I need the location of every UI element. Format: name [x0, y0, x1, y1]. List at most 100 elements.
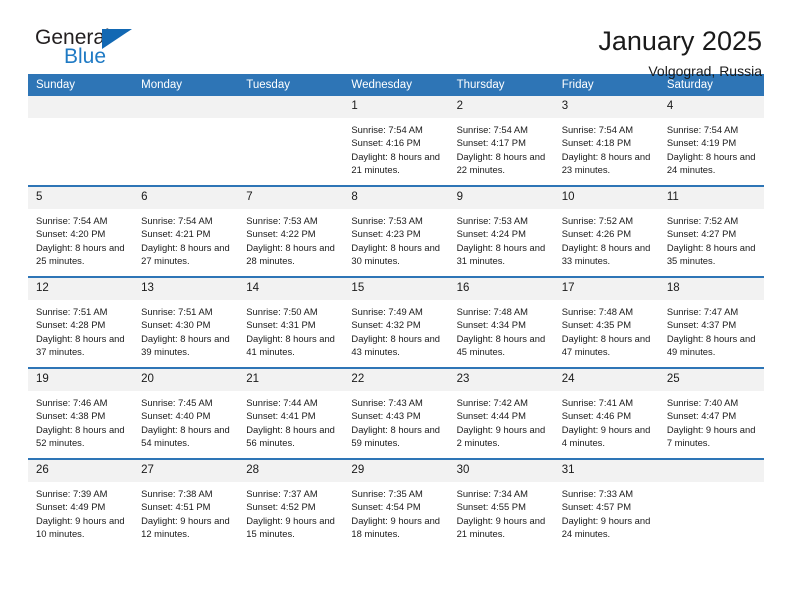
sunset-text: Sunset: 4:31 PM: [246, 319, 316, 331]
daylight-text: Daylight: 9 hours and 10 minutes.: [36, 514, 125, 539]
day-details: Sunrise: 7:53 AM Sunset: 4:23 PM Daylight:…: [343, 209, 448, 267]
day-number: [238, 96, 344, 118]
calendar-day-cell[interactable]: 1 Sunrise: 7:54 AM Sunset: 4:16 PM Daylight…: [343, 96, 449, 187]
calendar-day-cell[interactable]: 24 Sunrise: 7:41 AM Sunset: 4:46 PM Dayligh…: [553, 368, 659, 460]
sunrise-text: Sunrise: 7:54 AM: [141, 215, 213, 226]
day-number: 28: [238, 460, 344, 482]
daylight-text: Daylight: 8 hours and 30 minutes.: [351, 241, 441, 266]
day-number: 14: [238, 278, 344, 300]
sunset-text: Sunset: 4:34 PM: [456, 319, 526, 331]
day-number: 20: [133, 369, 239, 391]
daylight-text: Daylight: 8 hours and 27 minutes.: [141, 241, 230, 266]
calendar-day-cell[interactable]: 27 Sunrise: 7:38 AM Sunset: 4:51 PM Dayligh…: [133, 459, 239, 549]
logo-text-blue: Blue: [64, 45, 107, 68]
day-number: [658, 460, 764, 482]
calendar-day-cell[interactable]: 17 Sunrise: 7:48 AM Sunset: 4:35 PM Dayligh…: [553, 277, 659, 369]
calendar-day-cell[interactable]: 2 Sunrise: 7:54 AM Sunset: 4:17 PM Daylight…: [448, 96, 554, 187]
calendar-day-cell[interactable]: 14 Sunrise: 7:50 AM Sunset: 4:31 PM Dayligh…: [238, 277, 344, 369]
sunset-text: Sunset: 4:54 PM: [351, 501, 421, 513]
daylight-text: Daylight: 8 hours and 41 minutes.: [246, 332, 335, 357]
day-details: Sunrise: 7:50 AM Sunset: 4:31 PM Daylight:…: [238, 300, 343, 358]
day-number: [133, 96, 239, 118]
sunrise-text: Sunrise: 7:53 AM: [246, 215, 318, 226]
sunset-text: Sunset: 4:41 PM: [246, 410, 316, 422]
day-number: 29: [343, 460, 449, 482]
sunrise-text: Sunrise: 7:52 AM: [561, 215, 634, 226]
calendar-day-cell[interactable]: 18 Sunrise: 7:47 AM Sunset: 4:37 PM Dayligh…: [658, 277, 764, 369]
calendar-day-cell[interactable]: 25 Sunrise: 7:40 AM Sunset: 4:47 PM Dayligh…: [658, 368, 764, 460]
page-title: January 2025: [598, 26, 762, 56]
sunrise-text: Sunrise: 7:50 AM: [246, 306, 318, 317]
sunrise-text: Sunrise: 7:43 AM: [351, 397, 423, 408]
calendar-day-cell[interactable]: 31 Sunrise: 7:33 AM Sunset: 4:57 PM Dayligh…: [553, 459, 659, 549]
calendar-day-cell[interactable]: 28 Sunrise: 7:37 AM Sunset: 4:52 PM Dayligh…: [238, 459, 344, 549]
sunrise-text: Sunrise: 7:54 AM: [666, 124, 739, 135]
calendar-day-cell[interactable]: 13 Sunrise: 7:51 AM Sunset: 4:30 PM Dayligh…: [133, 277, 239, 369]
day-details: Sunrise: 7:54 AM Sunset: 4:18 PM Daylight:…: [554, 118, 659, 176]
weekday-header-sunday: Sunday: [28, 74, 134, 96]
day-number: 4: [658, 96, 764, 118]
general-blue-logo[interactable]: General Blue: [28, 26, 208, 74]
sunrise-text: Sunrise: 7:44 AM: [246, 397, 318, 408]
calendar-day-cell[interactable]: 29 Sunrise: 7:35 AM Sunset: 4:54 PM Dayligh…: [343, 459, 449, 549]
page-header: General Blue January 2025 Volgograd, Rus…: [28, 0, 764, 79]
calendar-day-cell[interactable]: 19 Sunrise: 7:46 AM Sunset: 4:38 PM Dayligh…: [28, 368, 134, 460]
daylight-text: Daylight: 8 hours and 43 minutes.: [351, 332, 441, 357]
sunset-text: Sunset: 4:51 PM: [141, 501, 211, 513]
calendar-day-cell[interactable]: 12 Sunrise: 7:51 AM Sunset: 4:28 PM Dayligh…: [28, 277, 134, 369]
day-details: Sunrise: 7:53 AM Sunset: 4:22 PM Daylight:…: [238, 209, 343, 267]
calendar-day-cell[interactable]: 21 Sunrise: 7:44 AM Sunset: 4:41 PM Dayligh…: [238, 368, 344, 460]
day-number: 23: [448, 369, 554, 391]
daylight-text: Daylight: 8 hours and 52 minutes.: [36, 423, 125, 448]
sunset-text: Sunset: 4:23 PM: [351, 228, 421, 240]
sunset-text: Sunset: 4:44 PM: [456, 410, 526, 422]
sunrise-text: Sunrise: 7:39 AM: [36, 488, 108, 499]
sunrise-text: Sunrise: 7:54 AM: [36, 215, 108, 226]
day-details: Sunrise: 7:54 AM Sunset: 4:20 PM Daylight:…: [28, 209, 133, 267]
calendar-day-cell[interactable]: 26 Sunrise: 7:39 AM Sunset: 4:49 PM Dayligh…: [28, 459, 134, 549]
day-number: 13: [133, 278, 239, 300]
calendar-day-cell[interactable]: 3 Sunrise: 7:54 AM Sunset: 4:18 PM Daylight…: [553, 96, 659, 187]
daylight-text: Daylight: 9 hours and 7 minutes.: [666, 423, 756, 448]
daylight-text: Daylight: 9 hours and 4 minutes.: [561, 423, 651, 448]
day-details: Sunrise: 7:45 AM Sunset: 4:40 PM Daylight:…: [133, 391, 238, 449]
calendar-day-cell[interactable]: 23 Sunrise: 7:42 AM Sunset: 4:44 PM Dayligh…: [448, 368, 554, 460]
daylight-text: Daylight: 8 hours and 47 minutes.: [561, 332, 651, 357]
sunrise-text: Sunrise: 7:37 AM: [246, 488, 318, 499]
sunrise-text: Sunrise: 7:52 AM: [666, 215, 739, 226]
sunset-text: Sunset: 4:21 PM: [141, 228, 211, 240]
weekday-header-wednesday: Wednesday: [343, 74, 449, 96]
calendar-day-cell[interactable]: 20 Sunrise: 7:45 AM Sunset: 4:40 PM Dayligh…: [133, 368, 239, 460]
sunset-text: Sunset: 4:20 PM: [36, 228, 106, 240]
calendar-week-row: 19 Sunrise: 7:46 AM Sunset: 4:38 PM Dayligh…: [28, 368, 764, 460]
calendar-day-cell[interactable]: 9 Sunrise: 7:53 AM Sunset: 4:24 PM Daylight…: [448, 186, 554, 278]
sunrise-text: Sunrise: 7:33 AM: [561, 488, 634, 499]
day-details: Sunrise: 7:43 AM Sunset: 4:43 PM Daylight:…: [343, 391, 448, 449]
day-details: Sunrise: 7:42 AM Sunset: 4:44 PM Daylight:…: [449, 391, 554, 449]
calendar-day-cell[interactable]: 22 Sunrise: 7:43 AM Sunset: 4:43 PM Dayligh…: [343, 368, 449, 460]
calendar-day-cell[interactable]: 5 Sunrise: 7:54 AM Sunset: 4:20 PM Daylight…: [28, 186, 134, 278]
day-details: Sunrise: 7:38 AM Sunset: 4:51 PM Daylight:…: [133, 482, 238, 540]
sunrise-text: Sunrise: 7:38 AM: [141, 488, 213, 499]
sunrise-text: Sunrise: 7:42 AM: [456, 397, 528, 408]
daylight-text: Daylight: 8 hours and 25 minutes.: [36, 241, 125, 266]
sunset-text: Sunset: 4:52 PM: [246, 501, 316, 513]
sunset-text: Sunset: 4:38 PM: [36, 410, 106, 422]
weekday-header-tuesday: Tuesday: [238, 74, 344, 96]
calendar-day-cell[interactable]: 6 Sunrise: 7:54 AM Sunset: 4:21 PM Daylight…: [133, 186, 239, 278]
sunrise-text: Sunrise: 7:41 AM: [561, 397, 634, 408]
calendar-day-cell[interactable]: 11 Sunrise: 7:52 AM Sunset: 4:27 PM Dayligh…: [658, 186, 764, 278]
daylight-text: Daylight: 9 hours and 18 minutes.: [351, 514, 441, 539]
daylight-text: Daylight: 8 hours and 39 minutes.: [141, 332, 230, 357]
day-details: Sunrise: 7:52 AM Sunset: 4:26 PM Daylight:…: [554, 209, 659, 267]
calendar-day-cell[interactable]: 10 Sunrise: 7:52 AM Sunset: 4:26 PM Dayligh…: [553, 186, 659, 278]
day-number: 26: [28, 460, 134, 482]
calendar-day-cell[interactable]: 8 Sunrise: 7:53 AM Sunset: 4:23 PM Daylight…: [343, 186, 449, 278]
day-number: 30: [448, 460, 554, 482]
calendar-day-cell[interactable]: 30 Sunrise: 7:34 AM Sunset: 4:55 PM Dayligh…: [448, 459, 554, 549]
calendar-day-cell[interactable]: 15 Sunrise: 7:49 AM Sunset: 4:32 PM Dayligh…: [343, 277, 449, 369]
calendar-day-cell[interactable]: 4 Sunrise: 7:54 AM Sunset: 4:19 PM Daylight…: [658, 96, 764, 187]
sunrise-text: Sunrise: 7:51 AM: [36, 306, 108, 317]
calendar-day-cell[interactable]: 16 Sunrise: 7:48 AM Sunset: 4:34 PM Dayligh…: [448, 277, 554, 369]
calendar-day-cell[interactable]: 7 Sunrise: 7:53 AM Sunset: 4:22 PM Daylight…: [238, 186, 344, 278]
